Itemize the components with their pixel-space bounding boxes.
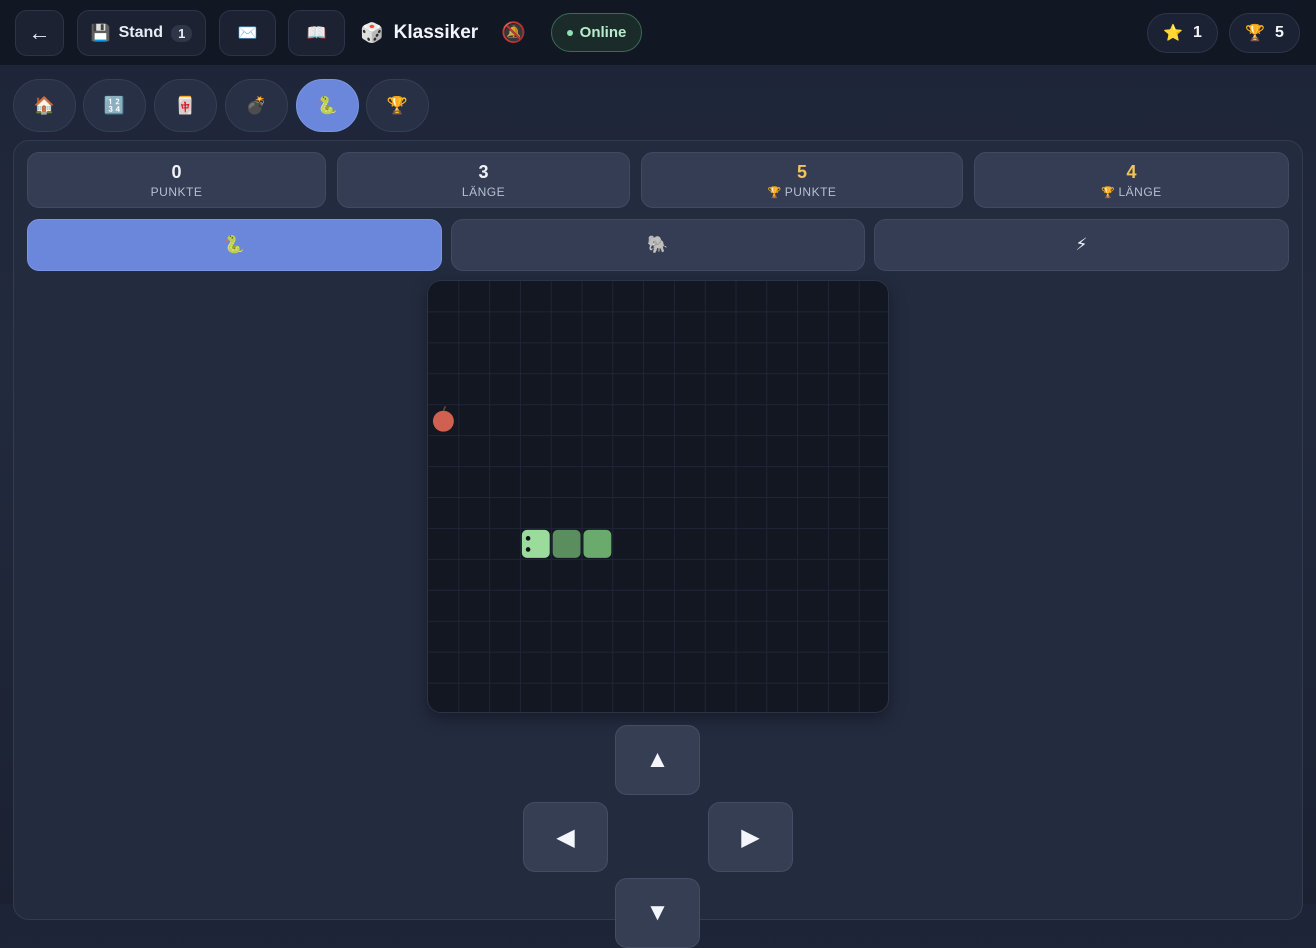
trophy-icon: 🏆 <box>1101 186 1116 199</box>
best-length-label: LÄNGE <box>1118 184 1162 199</box>
mode-classic-button[interactable]: 🐍 <box>27 219 442 271</box>
length-value: 3 <box>478 161 489 182</box>
dice-icon: 🎲 <box>360 23 384 44</box>
back-arrow-icon: ← <box>28 20 51 45</box>
length-label: LÄNGE <box>461 184 506 199</box>
rules-button[interactable]: 📖 <box>288 10 345 56</box>
mode-fast-button[interactable]: ⚡ <box>874 219 1289 271</box>
score-value: 0 <box>171 161 182 182</box>
save-state-button[interactable]: 💾 Stand 1 <box>77 10 206 56</box>
nav-bomb-button[interactable]: 💣 <box>225 79 288 132</box>
trophy-icon: 🏆 <box>1245 25 1265 42</box>
trophy-icon: 🏆 <box>386 95 409 115</box>
trophies-count: 5 <box>1275 24 1284 41</box>
game-board-canvas <box>428 281 888 712</box>
up-button[interactable]: ▲ <box>615 725 700 795</box>
mute-toggle[interactable]: 🔕 <box>501 20 526 45</box>
apple-icon <box>432 406 454 432</box>
down-button[interactable]: ▼ <box>615 878 700 948</box>
snake-eye <box>525 536 531 541</box>
status-dot-icon <box>566 29 573 36</box>
stars-counter[interactable]: ⭐ 1 <box>1147 13 1218 53</box>
arrow-left-icon: ◀ <box>556 823 575 851</box>
snake-head <box>521 529 550 558</box>
online-status-label: Online <box>579 24 627 41</box>
stat-length: 3 LÄNGE <box>337 152 630 208</box>
game-title: Klassiker <box>393 22 479 43</box>
numbers-icon: 🔢 <box>103 95 126 115</box>
score-label: PUNKTE <box>150 184 203 199</box>
snake-tail-segment <box>583 529 612 558</box>
nav-cards-button[interactable]: 🀄 <box>154 79 217 132</box>
floppy-disk-icon: 💾 <box>90 25 111 42</box>
messages-button[interactable]: ✉️ <box>219 10 276 56</box>
cards-icon: 🀄 <box>174 95 197 115</box>
envelope-icon: ✉️ <box>237 25 258 42</box>
arrow-up-icon: ▲ <box>645 746 670 773</box>
book-icon: 📖 <box>306 25 327 42</box>
arrow-right-icon: ▶ <box>741 823 760 851</box>
left-button[interactable]: ◀ <box>523 802 608 872</box>
page-title: 🎲 Klassiker <box>360 20 478 46</box>
star-icon: ⭐ <box>1163 25 1183 42</box>
nav-snake-button[interactable]: 🐍 <box>296 79 359 132</box>
best-score-label: PUNKTE <box>784 184 837 199</box>
save-count-badge: 1 <box>171 24 193 42</box>
stat-score: 0 PUNKTE <box>27 152 326 208</box>
best-length-label-row: 🏆 LÄNGE <box>1101 185 1161 199</box>
snake-icon: 🐍 <box>223 235 246 254</box>
top-bar: ← 💾 Stand 1 ✉️ 📖 🎲 Klassiker 🔕 Online ⭐ … <box>0 0 1316 66</box>
arrow-down-icon: ▼ <box>645 899 670 926</box>
back-button[interactable]: ← <box>15 10 64 56</box>
best-score-value: 5 <box>796 161 807 182</box>
stat-best-length: 4 🏆 LÄNGE <box>974 152 1289 208</box>
nav-numbers-button[interactable]: 🔢 <box>83 79 146 132</box>
stars-count: 1 <box>1193 24 1202 41</box>
stat-best-score: 5 🏆 PUNKTE <box>641 152 963 208</box>
right-button[interactable]: ▶ <box>708 802 793 872</box>
lightning-icon: ⚡ <box>1075 235 1088 254</box>
best-length-value: 4 <box>1126 161 1137 182</box>
nav-home-button[interactable]: 🏠 <box>13 79 76 132</box>
mode-slow-button[interactable]: 🐘 <box>451 219 865 271</box>
best-score-label-row: 🏆 PUNKTE <box>768 185 837 199</box>
bomb-icon: 💣 <box>245 95 268 115</box>
snake-body-segment <box>552 529 581 558</box>
bell-muted-icon: 🔕 <box>501 22 526 44</box>
game-board[interactable] <box>427 280 889 713</box>
online-status-badge: Online <box>551 13 642 52</box>
trophies-counter[interactable]: 🏆 5 <box>1229 13 1300 53</box>
snake-icon: 🐍 <box>316 95 339 115</box>
trophy-icon: 🏆 <box>767 186 782 199</box>
snake-eye <box>525 547 531 552</box>
elephant-icon: 🐘 <box>647 235 669 254</box>
nav-trophy-button[interactable]: 🏆 <box>366 79 429 132</box>
save-state-label: Stand <box>118 24 164 41</box>
house-icon: 🏠 <box>33 95 56 115</box>
